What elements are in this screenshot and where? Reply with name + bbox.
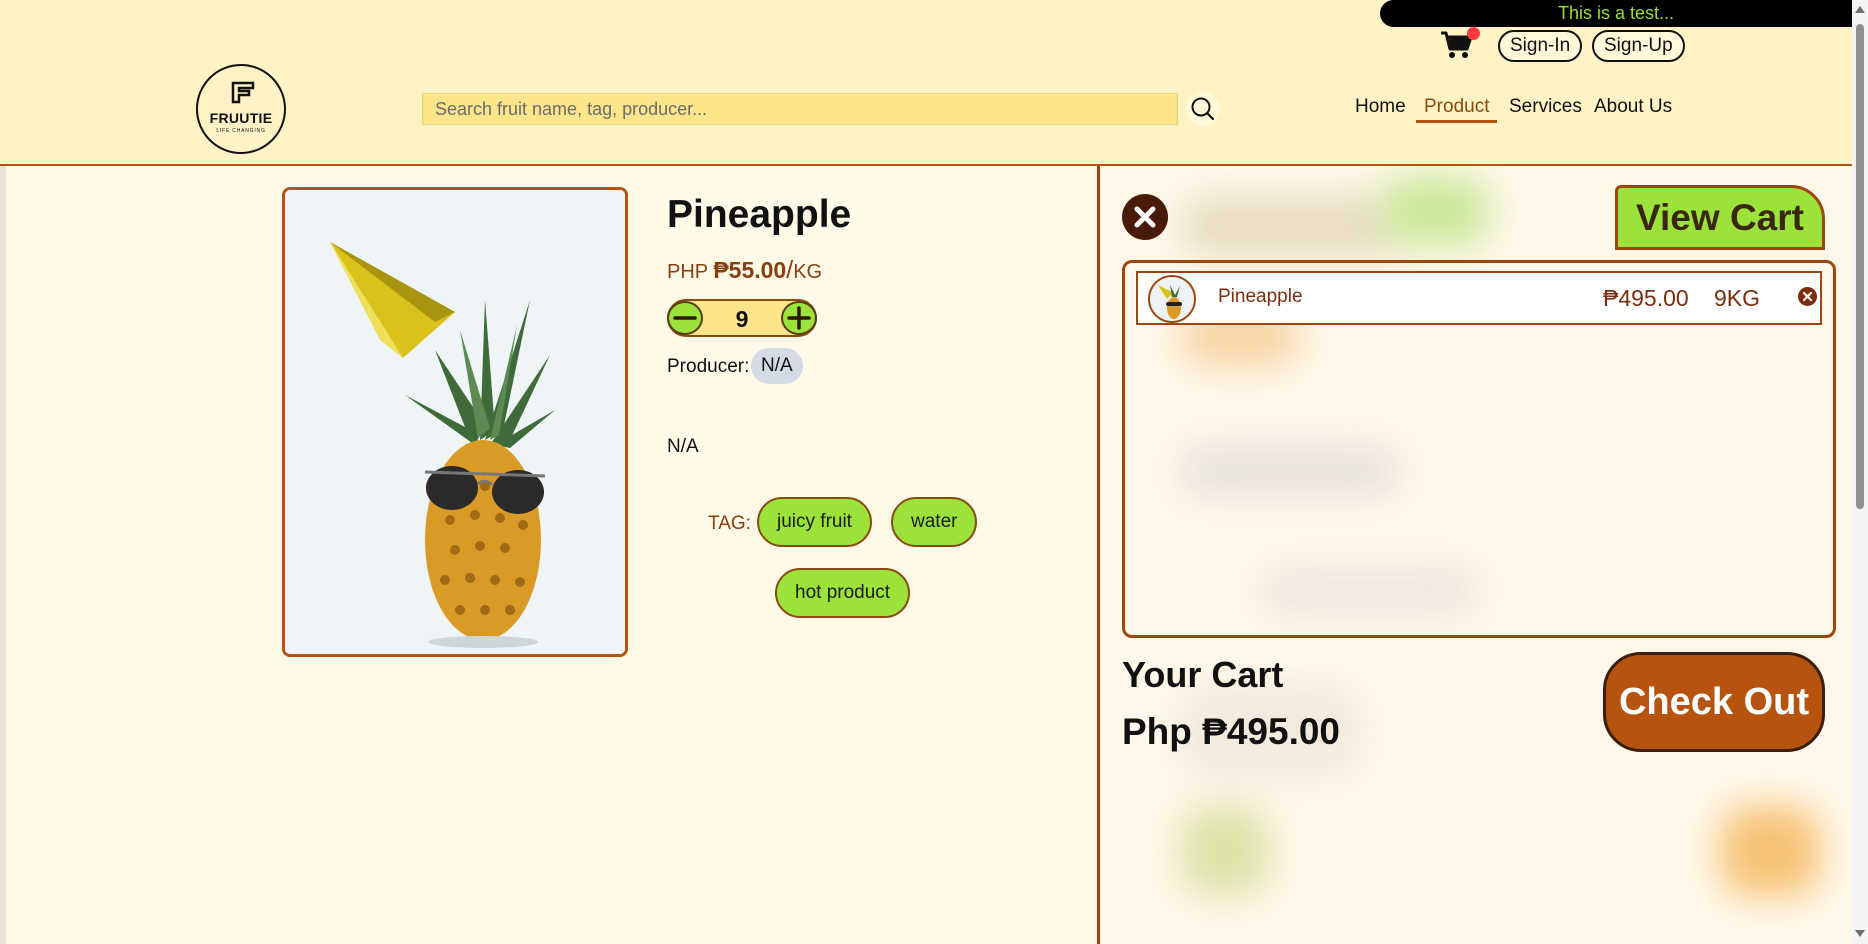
announcement-banner: This is a test...	[1380, 0, 1852, 27]
pineapple-image	[285, 190, 625, 654]
producer-label: Producer:	[667, 356, 750, 377]
blurred-background	[1180, 806, 1270, 896]
tag-juicy-fruit[interactable]: juicy fruit	[757, 497, 872, 547]
scroll-down-arrow-icon[interactable]	[1855, 930, 1865, 937]
nav-home[interactable]: Home	[1355, 96, 1406, 118]
nav-services[interactable]: Services	[1509, 96, 1582, 118]
cart-notification-dot	[1467, 27, 1480, 40]
pineapple-thumbnail-image	[1150, 277, 1194, 321]
plus-icon	[787, 306, 811, 330]
price-value: ₱55.00	[713, 257, 787, 283]
cart-total: Php ₱495.00	[1122, 711, 1341, 752]
close-cart-button[interactable]	[1122, 194, 1168, 240]
decrease-quantity-button[interactable]	[667, 301, 703, 335]
cart-item-price: ₱495.00	[1603, 285, 1689, 311]
product-image	[282, 187, 628, 657]
blurred-background	[1380, 176, 1490, 246]
close-icon	[1134, 206, 1156, 228]
scrollbar-thumb[interactable]	[1856, 24, 1864, 509]
check-out-button[interactable]: Check Out	[1603, 652, 1825, 752]
logo-name: FRUUTIE	[209, 110, 273, 126]
cart-item-quantity: 9KG	[1714, 285, 1761, 311]
remove-item-icon[interactable]	[1797, 286, 1818, 307]
blurred-background	[1720, 806, 1820, 896]
search-button[interactable]	[1186, 92, 1220, 126]
cart-panel: View Cart Pineapple ₱495.00 9KG Your Car…	[1097, 166, 1852, 944]
view-cart-button[interactable]: View Cart	[1615, 185, 1825, 250]
your-cart-heading: Your Cart	[1122, 654, 1284, 695]
cart-item-name: Pineapple	[1218, 286, 1303, 307]
sign-in-button[interactable]: Sign-In	[1498, 30, 1583, 62]
logo-tagline: LIFE CHANGING	[216, 128, 266, 134]
blurred-background	[1180, 196, 1400, 256]
minus-icon	[673, 316, 697, 320]
nav-about-us[interactable]: About Us	[1594, 96, 1672, 118]
price-unit: KG	[793, 261, 823, 283]
product-price: PHP ₱55.00/KG	[667, 256, 822, 285]
tag-water[interactable]: water	[891, 497, 978, 547]
product-title: Pineapple	[667, 193, 852, 236]
product-description: N/A	[667, 436, 699, 457]
site-header: This is a test... Sign-In Sign-Up FRUUTI…	[0, 0, 1852, 166]
search-icon	[1191, 97, 1215, 121]
currency-label: PHP	[667, 261, 708, 283]
tag-hot-product[interactable]: hot product	[775, 568, 911, 618]
quantity-stepper: 9	[667, 299, 817, 337]
scroll-up-arrow-icon[interactable]	[1855, 6, 1865, 13]
logo-f-mark-icon	[231, 81, 255, 104]
producer-value[interactable]: N/A	[751, 348, 803, 384]
cart-item-thumbnail	[1148, 275, 1196, 323]
quantity-value[interactable]: 9	[705, 306, 779, 333]
increase-quantity-button[interactable]	[781, 301, 817, 335]
nav-product[interactable]: Product	[1416, 96, 1498, 123]
cart-items-list: Pineapple ₱495.00 9KG	[1122, 260, 1836, 638]
search-input[interactable]	[422, 93, 1178, 125]
cart-item-row: Pineapple ₱495.00 9KG	[1136, 271, 1822, 325]
fruutie-logo[interactable]: FRUUTIE LIFE CHANGING	[196, 64, 286, 154]
page-scrollbar[interactable]	[1852, 0, 1868, 944]
sign-up-button[interactable]: Sign-Up	[1592, 30, 1685, 62]
tag-label: TAG:	[708, 513, 751, 534]
